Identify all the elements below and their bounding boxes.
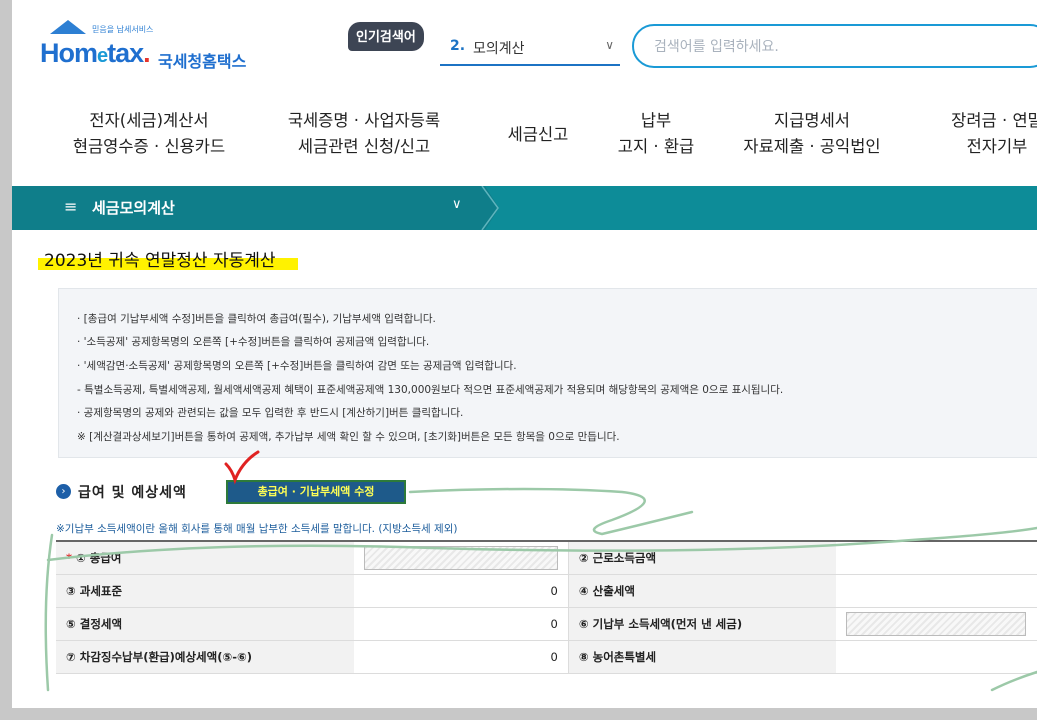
table-row: * ① 총급여 ② 근로소득금액	[56, 541, 1037, 575]
hometax-logo[interactable]: 믿음을 납세서비스 Hometax. 국세청홈택스	[40, 18, 280, 78]
logo-word: Hometax.	[40, 38, 151, 68]
row-value	[836, 574, 1037, 608]
withheld-tax-input[interactable]	[846, 611, 1027, 636]
popular-rank: 2.	[450, 38, 466, 54]
row-label: ⑧ 농어촌특별세	[567, 640, 837, 674]
section-title[interactable]: 세금모의계산	[92, 197, 175, 218]
main-nav: 전자(세금)계산서 현금영수증 · 신용카드 국세증명 · 사업자등록 세금관련 신…	[12, 108, 1037, 166]
table-row: ⑤ 결정세액 0 ⑥ 기납부 소득세액(먼저 낸 세금)	[56, 607, 1037, 641]
nav-item-payment-statement[interactable]: 지급명세서 자료제출 · 공익법인	[732, 108, 892, 160]
row-label: ④ 산출세액	[567, 574, 837, 608]
logo-tagline: 믿음을 납세서비스	[92, 25, 154, 34]
nav-item-certificate[interactable]: 국세증명 · 사업자등록 세금관련 신청/신고	[274, 108, 454, 160]
row-value	[353, 541, 569, 575]
table-row: ③ 과세표준 0 ④ 산출세액	[56, 574, 1037, 608]
table-row: ⑦ 차감징수납부(환급)예상세액(⑤-⑥) 0 ⑧ 농어촌특별세	[56, 640, 1037, 674]
notice-line: · '세액감면·소득공제' 공제항목명의 오른쪽 [+수정]버튼을 클릭하여 감…	[77, 360, 517, 372]
logo-korean-name: 국세청홈택스	[158, 52, 247, 71]
arrow-right-circle-icon: ›	[56, 484, 71, 499]
nav-item-tax-filing[interactable]: 세금신고	[488, 122, 588, 148]
search-box[interactable]	[632, 24, 1037, 68]
row-value: 0	[353, 574, 569, 608]
breadcrumb-divider-icon	[481, 186, 499, 230]
tax-summary-table: * ① 총급여 ② 근로소득금액 ③ 과세표준 0 ④ 산출세액 ⑤ 결정세액 0…	[56, 540, 1037, 674]
chevron-down-icon: ∨	[605, 38, 614, 52]
row-label: ⑤ 결정세액	[56, 607, 354, 641]
row-label: ⑦ 차감징수납부(환급)예상세액(⑤-⑥)	[56, 640, 354, 674]
notice-box: · [총급여 기납부세액 수정]버튼을 클릭하여 총급여(필수), 기납부세액 …	[58, 288, 1037, 458]
nav-item-payment[interactable]: 납부 고지 · 환급	[608, 108, 704, 160]
nav-item-incentive[interactable]: 장려금 · 연말 전자기부	[932, 108, 1037, 160]
nav-item-e-invoice[interactable]: 전자(세금)계산서 현금영수증 · 신용카드	[60, 108, 238, 160]
popular-search-select[interactable]: 2. 모의계산 ∨	[440, 34, 620, 66]
row-value	[836, 541, 1037, 575]
chevron-down-icon[interactable]: ∨	[452, 197, 462, 212]
row-label: ③ 과세표준	[56, 574, 354, 608]
row-value: 0	[353, 607, 569, 641]
row-label: ② 근로소득금액	[567, 541, 837, 575]
popular-term: 모의계산	[473, 41, 525, 57]
search-input[interactable]	[654, 36, 1014, 58]
page-title: 2023년 귀속 연말정산 자동계산	[38, 246, 298, 271]
house-roof-icon	[50, 20, 86, 34]
popular-search-badge: 인기검색어	[348, 22, 424, 51]
section-menu[interactable]	[12, 186, 485, 230]
withheld-tax-note: ※기납부 소득세액이란 올해 회사를 통해 매월 납부한 소득세를 말합니다. …	[56, 523, 458, 535]
row-value	[836, 640, 1037, 674]
menu-icon[interactable]: ≡	[64, 197, 77, 216]
red-check-annotation-icon	[224, 450, 260, 485]
notice-line: · '소득공제' 공제항목명의 오른쪽 [+수정]버튼을 클릭하여 공제금액 입…	[77, 336, 430, 348]
page-frame: 믿음을 납세서비스 Hometax. 국세청홈택스 인기검색어 2. 모의계산 …	[12, 0, 1037, 708]
row-value: 0	[353, 640, 569, 674]
row-label: ⑥ 기납부 소득세액(먼저 낸 세금)	[567, 607, 837, 641]
row-label: * ① 총급여	[56, 541, 354, 575]
row-value	[836, 607, 1037, 641]
notice-line: · 공제항목명의 공제와 관련되는 값을 모두 입력한 후 반드시 [계산하기]…	[77, 407, 464, 419]
total-salary-input[interactable]	[363, 545, 558, 570]
notice-line: · [총급여 기납부세액 수정]버튼을 클릭하여 총급여(필수), 기납부세액 …	[77, 313, 436, 325]
section-bar: ≡ 세금모의계산 ∨	[12, 186, 1037, 230]
notice-line: ※ [계산결과상세보기]버튼을 통하여 공제액, 추가납부 세액 확인 할 수 …	[77, 431, 620, 443]
notice-line: - 특별소득공제, 특별세액공제, 월세액세액공제 혜택이 표준세액공제액 13…	[77, 384, 784, 396]
